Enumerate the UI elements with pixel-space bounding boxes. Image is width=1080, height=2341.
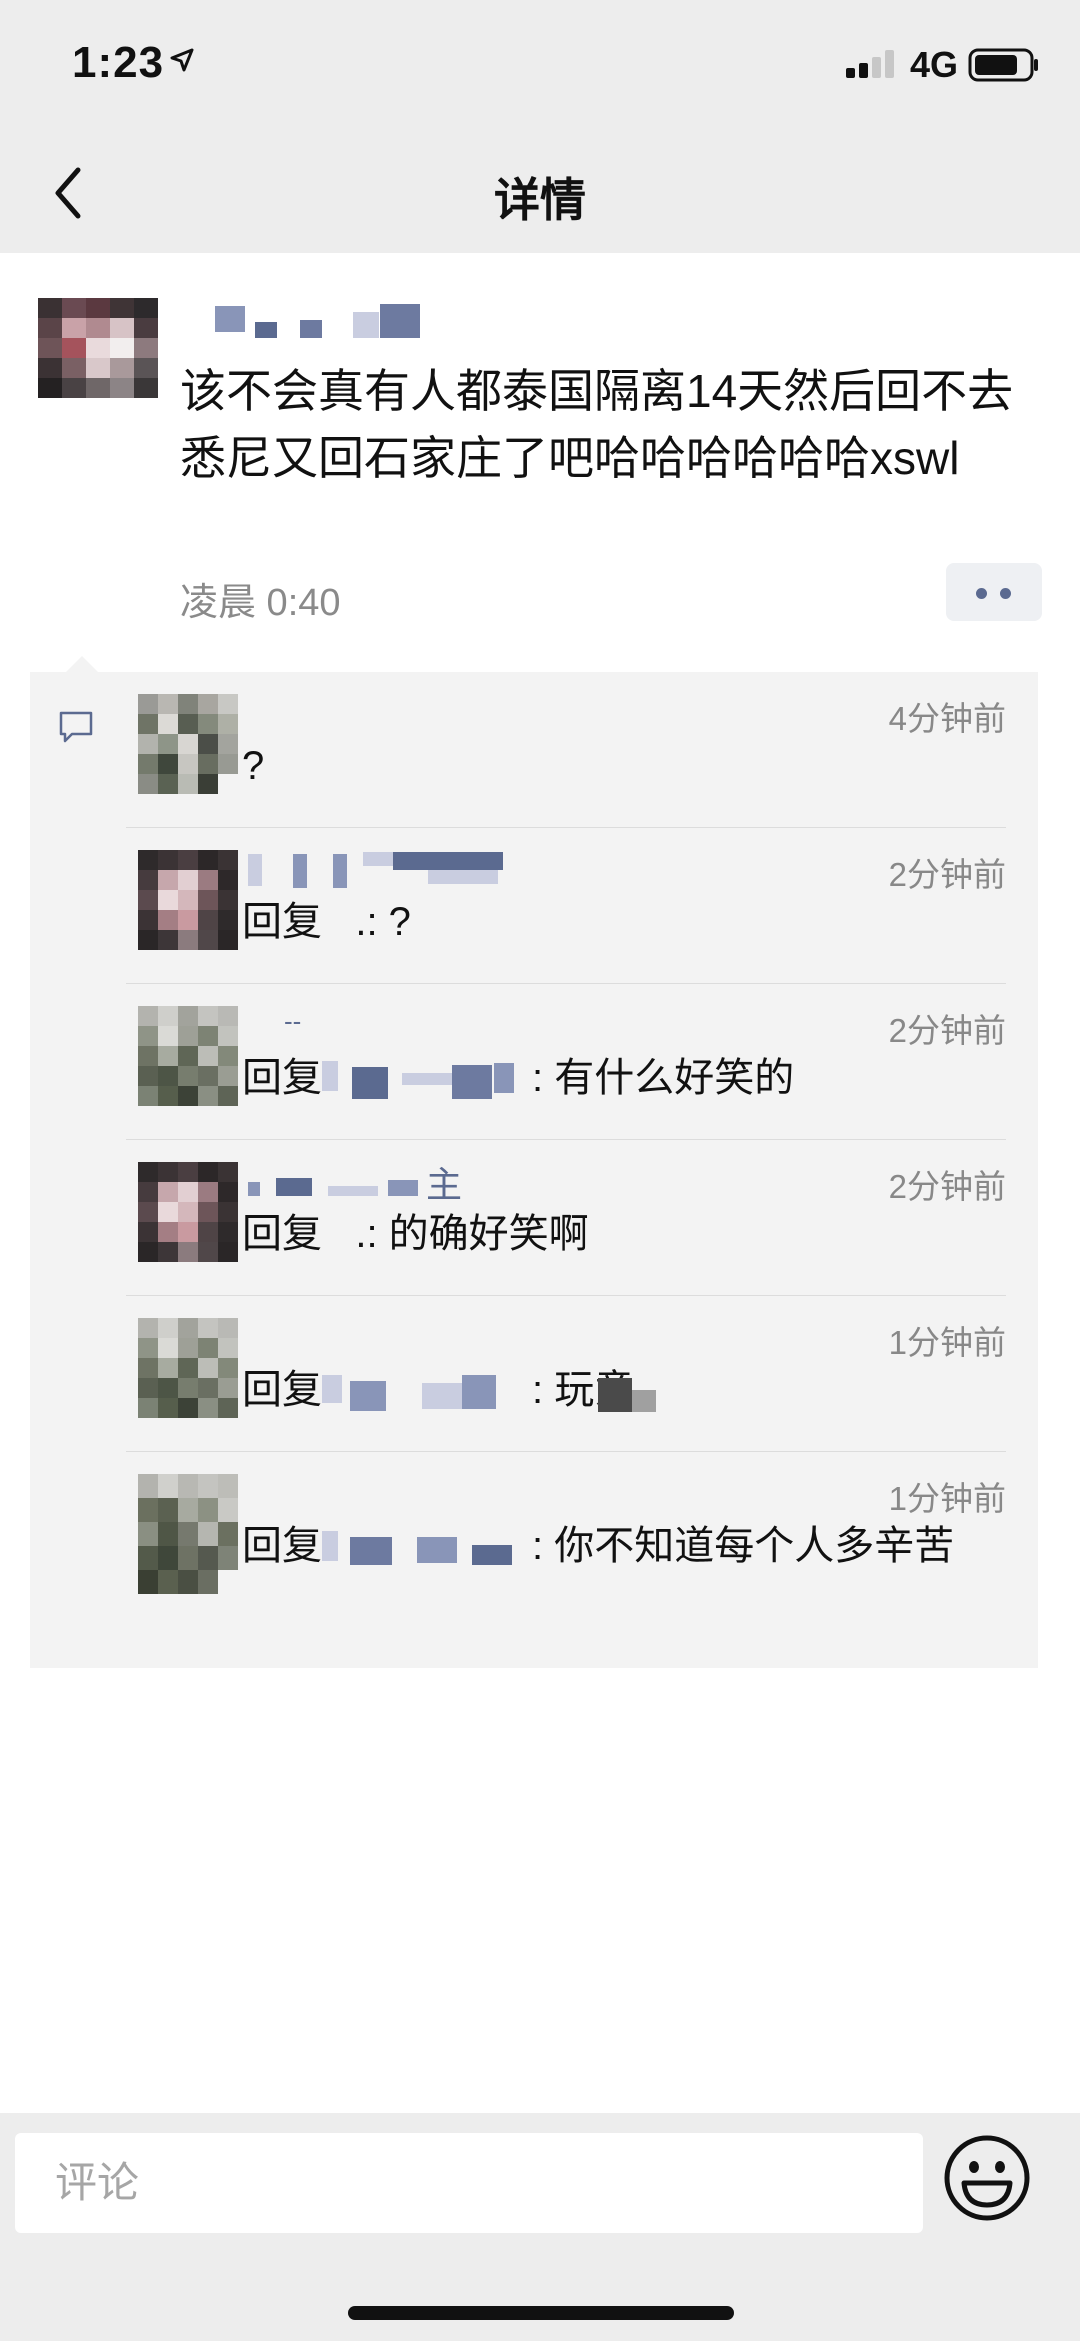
- reply-prefix: 回复: [242, 1368, 322, 1412]
- more-dots-icon[interactable]: [946, 563, 1042, 621]
- comment-item[interactable]: 2分钟前 回复 .: ?: [30, 828, 1038, 984]
- author-name[interactable]: [215, 298, 445, 338]
- location-arrow-icon: [170, 48, 194, 72]
- comment-item[interactable]: 4分钟前 ?: [30, 672, 1038, 828]
- comment-text: 回复 : 有什么好笑的: [242, 1052, 1012, 1104]
- battery-icon: [968, 48, 1038, 82]
- comment-time: 1分钟前: [888, 1324, 1006, 1361]
- smiley-face-icon[interactable]: [942, 2133, 1032, 2223]
- comment-item[interactable]: 1分钟前 回复 : 你不知道每个人多辛苦: [30, 1452, 1038, 1668]
- comment-time: 2分钟前: [888, 1168, 1006, 1205]
- comment-time: 2分钟前: [888, 1012, 1006, 1049]
- reply-target-name[interactable]: [322, 1371, 532, 1411]
- status-bar: 1:23 4G: [0, 0, 1080, 130]
- avatar[interactable]: [138, 1474, 238, 1594]
- avatar[interactable]: [138, 694, 238, 794]
- comment-text: 回复 .: ?: [242, 896, 1012, 948]
- comment-input[interactable]: [15, 2133, 923, 2233]
- comment-item[interactable]: 主 2分钟前 回复 .: 的确好笑啊: [30, 1140, 1038, 1296]
- post-time: 凌晨 0:40: [180, 582, 341, 624]
- page-title: 详情: [494, 174, 586, 226]
- home-indicator: [348, 2306, 734, 2320]
- signal-icon: [846, 50, 894, 78]
- comment-body: .: 的确好笑啊: [355, 1212, 589, 1256]
- comment-item[interactable]: -- 2分钟前 回复 : 有什么好笑的: [30, 984, 1038, 1140]
- post-text: 该不会真有人都泰国隔离14天然后回不去悉尼又回石家庄了吧哈哈哈哈哈哈xswl: [180, 365, 1014, 484]
- nav-bar: 详情: [0, 130, 1080, 253]
- avatar[interactable]: [38, 298, 158, 398]
- reply-target-name[interactable]: [322, 1527, 532, 1565]
- status-time: 1:23: [72, 38, 165, 87]
- avatar[interactable]: [138, 1006, 238, 1106]
- comment-item[interactable]: 1分钟前 回复 : 玩意: [30, 1296, 1038, 1452]
- redacted-word: [598, 1378, 664, 1418]
- avatar[interactable]: [138, 850, 238, 950]
- comments-section: 4分钟前 ? 2分钟前 回复 .: ? -- 2分钟前 回复: 有什么好笑的 …: [30, 656, 1038, 1668]
- comment-body: ?: [242, 744, 265, 788]
- comment-body: : 你不知道每个人多辛苦: [532, 1524, 955, 1568]
- commenter-name[interactable]: --: [248, 1006, 308, 1046]
- reply-prefix: 回复: [242, 1056, 322, 1100]
- comment-time: 2分钟前: [888, 856, 1006, 893]
- avatar[interactable]: [138, 1162, 238, 1262]
- comment-body: .: ?: [355, 900, 411, 944]
- comment-time: 1分钟前: [888, 1480, 1006, 1517]
- avatar[interactable]: [138, 1318, 238, 1418]
- reply-target-name[interactable]: [322, 1059, 532, 1099]
- comment-body: : 有什么好笑的: [532, 1056, 795, 1100]
- reply-prefix: 回复: [242, 1524, 322, 1568]
- commenter-name[interactable]: 主: [248, 1160, 508, 1205]
- comment-time: 4分钟前: [888, 700, 1006, 737]
- comment-text: 回复 : 你不知道每个人多辛苦: [242, 1520, 1012, 1572]
- commenter-name[interactable]: [248, 850, 508, 890]
- comment-text: ?: [242, 740, 1012, 792]
- network-type: 4G: [910, 44, 959, 85]
- reply-prefix: 回复: [242, 1212, 322, 1256]
- reply-prefix: 回复: [242, 900, 322, 944]
- comment-text: 回复 .: 的确好笑啊: [242, 1208, 1012, 1260]
